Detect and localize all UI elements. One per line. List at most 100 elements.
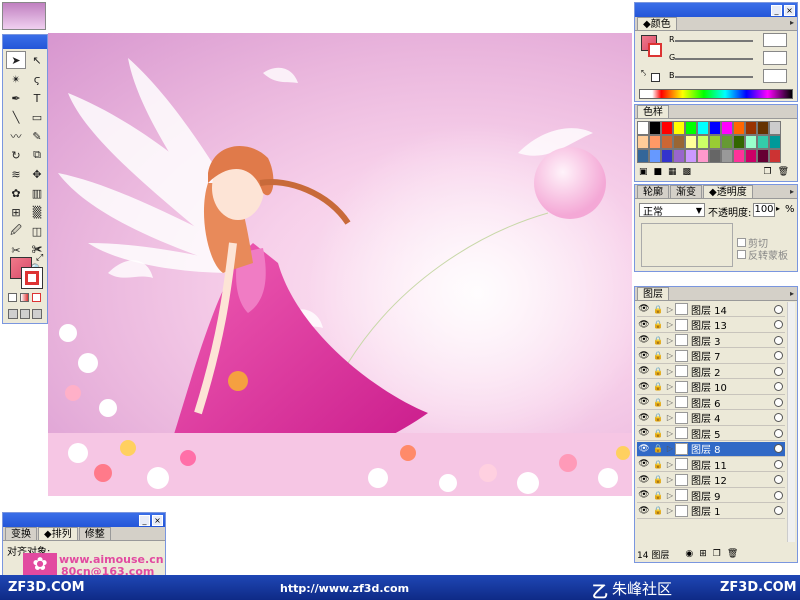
expand-triangle-icon[interactable]: ▷ [665,444,675,453]
swatch[interactable] [769,135,781,149]
swatch[interactable] [721,121,733,135]
expand-triangle-icon[interactable]: ▷ [665,382,675,391]
channel-g-slider[interactable] [675,58,753,60]
tab-color[interactable]: ◆颜色 [637,17,677,30]
target-circle-icon[interactable] [774,475,783,484]
visibility-eye-icon[interactable]: 👁 [637,444,651,454]
swatch[interactable] [757,121,769,135]
layers-scrollbar[interactable] [787,302,795,542]
invert-mask-checkbox-row[interactable]: 反转蒙板 [737,247,788,262]
magic-wand-tool-icon[interactable]: ✴ [6,70,26,88]
tab-align[interactable]: ◆排列 [38,527,78,540]
swatch[interactable] [649,121,661,135]
layer-row[interactable]: 👁 🔒 ▷ 图层 9 [637,488,785,503]
target-circle-icon[interactable] [774,506,783,515]
layer-row[interactable]: 👁 🔒 ▷ 图层 14 [637,302,785,317]
visibility-eye-icon[interactable]: 👁 [637,397,651,407]
swap-colors-icon[interactable]: ⤢ [36,253,43,263]
show-color-icon[interactable]: ■ [654,167,663,179]
close-button[interactable]: × [784,4,795,16]
swatch[interactable] [637,149,649,163]
layer-row[interactable]: 👁 🔒 ▷ 图层 11 [637,457,785,472]
visibility-eye-icon[interactable]: 👁 [637,459,651,469]
rectangle-tool-icon[interactable]: ▭ [27,108,47,126]
expand-triangle-icon[interactable]: ▷ [665,413,675,422]
banner-url[interactable]: http://www.zf3d.com [280,582,409,595]
show-all-icon[interactable]: ▣ [639,167,648,179]
swatch[interactable] [733,135,745,149]
target-circle-icon[interactable] [774,304,783,314]
target-circle-icon[interactable] [774,335,783,345]
target-circle-icon[interactable] [774,444,783,453]
swatch[interactable] [721,135,733,149]
minimize-button[interactable]: _ [771,4,782,16]
layer-row[interactable]: 👁 🔒 ▷ 图层 2 [637,364,785,379]
lock-icon[interactable]: 🔒 [651,475,665,484]
mask-thumbnail[interactable] [641,223,733,267]
show-pattern-icon[interactable]: ▩ [683,167,692,179]
pencil-tool-icon[interactable]: ✎ [27,127,47,145]
layer-row[interactable]: 👁 🔒 ▷ 图层 7 [637,349,785,364]
expand-triangle-icon[interactable]: ▷ [665,305,675,314]
type-tool-icon[interactable]: T [27,89,47,107]
tools-title-bar[interactable] [3,35,47,49]
last-color-box[interactable] [651,73,660,82]
swatch[interactable] [685,149,697,163]
target-circle-icon[interactable] [774,459,783,469]
target-circle-icon[interactable] [774,413,783,422]
new-swatch-icon[interactable]: ❐ [763,167,771,179]
swatch[interactable] [673,149,685,163]
swatch[interactable] [661,121,673,135]
swatch[interactable] [673,135,685,149]
out-of-gamut-icon[interactable]: ⤣ [641,69,646,79]
channel-r-slider[interactable] [675,40,753,42]
color-fill-stroke-box[interactable] [641,35,663,57]
color-mode-icon[interactable] [8,293,17,302]
lock-icon[interactable]: 🔒 [651,491,665,500]
lock-icon[interactable]: 🔒 [651,336,665,345]
new-layer-icon[interactable]: ❐ [713,549,721,559]
target-circle-icon[interactable] [774,397,783,407]
full-screen-menu-icon[interactable] [20,309,30,319]
target-circle-icon[interactable] [774,428,783,438]
swatch[interactable] [649,135,661,149]
delete-layer-icon[interactable]: 🗑 [727,549,738,559]
line-tool-icon[interactable]: ╲ [6,108,26,126]
swatch[interactable] [709,121,721,135]
align-close-button[interactable]: × [152,514,163,526]
color-spectrum-bar[interactable] [639,89,793,99]
scale-tool-icon[interactable]: ⧉ [27,146,47,164]
swatch[interactable] [637,135,649,149]
swatch[interactable] [697,149,709,163]
visibility-eye-icon[interactable]: 👁 [637,304,651,314]
lock-icon[interactable]: 🔒 [651,398,665,407]
pen-tool-icon[interactable]: ✒ [6,89,26,107]
layer-row[interactable]: 👁 🔒 ▷ 图层 1 [637,504,785,519]
lock-icon[interactable]: 🔒 [651,444,665,453]
direct-select-arrow-tool-icon[interactable]: ↖ [27,51,47,69]
expand-triangle-icon[interactable]: ▷ [665,475,675,484]
target-circle-icon[interactable] [774,382,783,391]
stroke-color-box[interactable] [21,267,43,289]
swatch[interactable] [697,121,709,135]
panel-menu-icon[interactable]: ▸ [790,18,794,27]
fill-stroke-swatch[interactable]: ⤢ [10,253,44,289]
make-clipping-mask-icon[interactable]: ◉ [685,549,693,559]
channel-b-slider[interactable] [675,76,753,78]
opacity-stepper-icon[interactable]: ▸ [776,204,780,213]
lock-icon[interactable]: 🔒 [651,382,665,391]
visibility-eye-icon[interactable]: 👁 [637,475,651,485]
expand-triangle-icon[interactable]: ▷ [665,429,675,438]
layer-row[interactable]: 👁 🔒 ▷ 图层 6 [637,395,785,410]
visibility-eye-icon[interactable]: 👁 [637,413,651,423]
expand-triangle-icon[interactable]: ▷ [665,336,675,345]
visibility-eye-icon[interactable]: 👁 [637,320,651,330]
lock-icon[interactable]: 🔒 [651,351,665,360]
swatch[interactable] [745,135,757,149]
layer-row[interactable]: 👁 🔒 ▷ 图层 4 [637,411,785,426]
swatch[interactable] [745,121,757,135]
lock-icon[interactable]: 🔒 [651,506,665,515]
align-panel-title-bar[interactable]: _ × [3,513,165,527]
expand-triangle-icon[interactable]: ▷ [665,367,675,376]
color-panel-title-bar[interactable]: _ × [635,3,797,17]
